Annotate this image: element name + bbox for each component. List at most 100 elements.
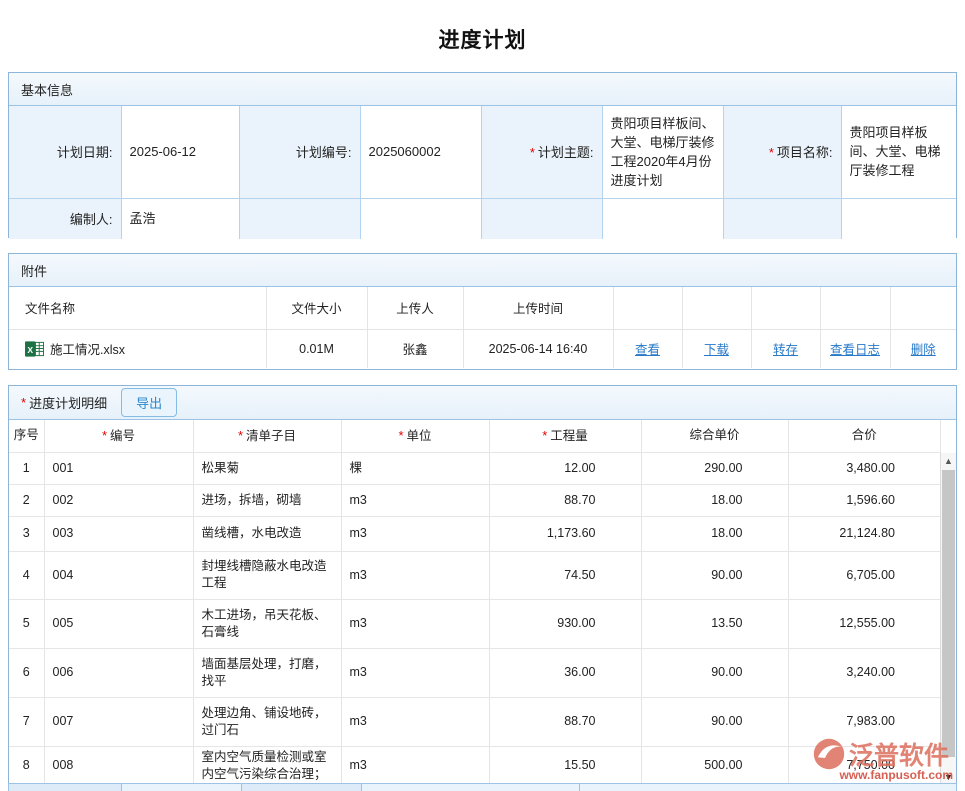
basic-info-panel: 基本信息 计划日期: 2025-06-12 计划编号: 2025060002 *… <box>8 72 957 238</box>
seq-cell: 3 <box>9 516 44 551</box>
table-row: 3 003 凿线槽，水电改造 m3 1,173.60 18.00 21,124.… <box>9 516 941 551</box>
unit-price-cell: 90.00 <box>641 697 788 746</box>
total-price-cell: 3,480.00 <box>788 452 941 484</box>
col-seq: 序号 <box>9 420 44 452</box>
total-price-cell: 21,124.80 <box>788 516 941 551</box>
export-button[interactable]: 导出 <box>121 388 177 417</box>
unit-price-cell: 13.50 <box>641 599 788 648</box>
detail-section-title: 进度计划明细 <box>29 393 107 412</box>
plan-no-value: 2025060002 <box>360 106 481 198</box>
page-title: 进度计划 <box>0 24 965 54</box>
empty-cell <box>723 198 841 239</box>
plan-subject-value: 贵阳项目样板间、大堂、电梯厅装修工程2020年4月份进度计划 <box>602 106 723 198</box>
total-price-cell: 3,240.00 <box>788 648 941 697</box>
basic-info-table: 计划日期: 2025-06-12 计划编号: 2025060002 *计划主题:… <box>9 106 956 239</box>
attachments-panel: 附件 文件名称 文件大小 上传人 上传时间 X <box>8 253 957 370</box>
required-mark: * <box>769 145 774 160</box>
file-name: 施工情况.xlsx <box>50 339 125 358</box>
col-upload-time: 上传时间 <box>463 287 613 329</box>
item-cell: 木工进场，吊天花板、石膏线 <box>193 599 341 648</box>
item-cell: 松果菊 <box>193 452 341 484</box>
delete-link[interactable]: 删除 <box>911 343 936 357</box>
table-row: 2 002 进场，拆墙，砌墙 m3 88.70 18.00 1,596.60 <box>9 484 941 516</box>
seq-cell: 2 <box>9 484 44 516</box>
unit-cell: 棵 <box>341 452 489 484</box>
col-file-size: 文件大小 <box>266 287 367 329</box>
code-cell: 007 <box>44 697 193 746</box>
plan-date-label: 计划日期: <box>9 106 121 198</box>
file-name-cell: X 施工情况.xlsx <box>9 329 266 368</box>
item-cell: 处理边角、铺设地砖，过门石 <box>193 697 341 746</box>
empty-cell <box>481 198 602 239</box>
code-cell: 003 <box>44 516 193 551</box>
code-cell: 006 <box>44 648 193 697</box>
attachments-section-header: 附件 <box>9 254 956 287</box>
excel-file-icon: X <box>25 340 44 358</box>
scroll-up-arrow-icon[interactable]: ▲ <box>941 453 956 468</box>
quantity-cell: 36.00 <box>489 648 641 697</box>
item-cell: 墙面基层处理，打磨，找平 <box>193 648 341 697</box>
unit-cell: m3 <box>341 516 489 551</box>
total-price-cell: 7,983.00 <box>788 697 941 746</box>
empty-cell <box>841 198 956 239</box>
unit-price-cell: 90.00 <box>641 648 788 697</box>
basic-info-section-header: 基本信息 <box>9 73 956 106</box>
code-cell: 004 <box>44 551 193 599</box>
seq-cell: 5 <box>9 599 44 648</box>
plan-no-label: 计划编号: <box>239 106 360 198</box>
col-code: *编号 <box>44 420 193 452</box>
uploader: 张鑫 <box>367 329 463 368</box>
table-row: 1 001 松果菊 棵 12.00 290.00 3,480.00 <box>9 452 941 484</box>
unit-price-cell: 90.00 <box>641 551 788 599</box>
view-log-link[interactable]: 查看日志 <box>830 343 880 357</box>
scrollbar-thumb[interactable] <box>942 470 955 757</box>
item-cell: 凿线槽，水电改造 <box>193 516 341 551</box>
col-unit: *单位 <box>341 420 489 452</box>
item-cell: 进场，拆墙，砌墙 <box>193 484 341 516</box>
plan-subject-label: *计划主题: <box>481 106 602 198</box>
total-price-cell: 6,705.00 <box>788 551 941 599</box>
attachment-row: X 施工情况.xlsx 0.01M 张鑫 2025-06-14 16:40 查看… <box>9 329 956 368</box>
col-uploader: 上传人 <box>367 287 463 329</box>
scroll-down-arrow-icon[interactable]: ▼ <box>941 769 956 783</box>
col-total-price: 合价 <box>788 420 941 452</box>
quantity-cell: 88.70 <box>489 484 641 516</box>
table-row: 8 008 室内空气质量检测或室内空气污染综合治理； m3 15.50 500.… <box>9 746 941 783</box>
table-row: 4 004 封埋线槽隐蔽水电改造工程 m3 74.50 90.00 6,705.… <box>9 551 941 599</box>
seq-cell: 8 <box>9 746 44 783</box>
unit-price-cell: 290.00 <box>641 452 788 484</box>
unit-price-cell: 500.00 <box>641 746 788 783</box>
view-link[interactable]: 查看 <box>635 343 660 357</box>
vertical-scrollbar[interactable]: ▲ ▼ <box>940 453 956 783</box>
total-price-cell: 1,596.60 <box>788 484 941 516</box>
code-cell: 005 <box>44 599 193 648</box>
attachments-section-title: 附件 <box>21 261 47 280</box>
unit-cell: m3 <box>341 551 489 599</box>
col-action-empty <box>682 287 751 329</box>
total-price-cell: 7,750.00 <box>788 746 941 783</box>
col-unit-price: 综合单价 <box>641 420 788 452</box>
attachments-table: 文件名称 文件大小 上传人 上传时间 X <box>9 287 956 368</box>
col-quantity: *工程量 <box>489 420 641 452</box>
detail-section-header: * 进度计划明细 导出 <box>9 386 956 420</box>
unit-cell: m3 <box>341 648 489 697</box>
empty-cell <box>239 198 360 239</box>
quantity-cell: 15.50 <box>489 746 641 783</box>
required-mark: * <box>21 395 26 410</box>
table-row: 6 006 墙面基层处理，打磨，找平 m3 36.00 90.00 3,240.… <box>9 648 941 697</box>
code-cell: 008 <box>44 746 193 783</box>
plan-subject-label-text: 计划主题: <box>538 145 594 160</box>
quantity-cell: 12.00 <box>489 452 641 484</box>
download-link[interactable]: 下载 <box>704 343 729 357</box>
detail-panel: * 进度计划明细 导出 序号 *编号 *清单子目 *单位 *工程量 综合单价 合… <box>8 385 957 783</box>
col-file-name: 文件名称 <box>9 287 266 329</box>
project-name-value: 贵阳项目样板间、大堂、电梯厅装修工程 <box>841 106 956 198</box>
author-label: 编制人: <box>9 198 121 239</box>
empty-cell <box>360 198 481 239</box>
col-item: *清单子目 <box>193 420 341 452</box>
total-price-cell: 12,555.00 <box>788 599 941 648</box>
seq-cell: 6 <box>9 648 44 697</box>
item-cell: 封埋线槽隐蔽水电改造工程 <box>193 551 341 599</box>
transfer-link[interactable]: 转存 <box>773 343 798 357</box>
code-cell: 002 <box>44 484 193 516</box>
